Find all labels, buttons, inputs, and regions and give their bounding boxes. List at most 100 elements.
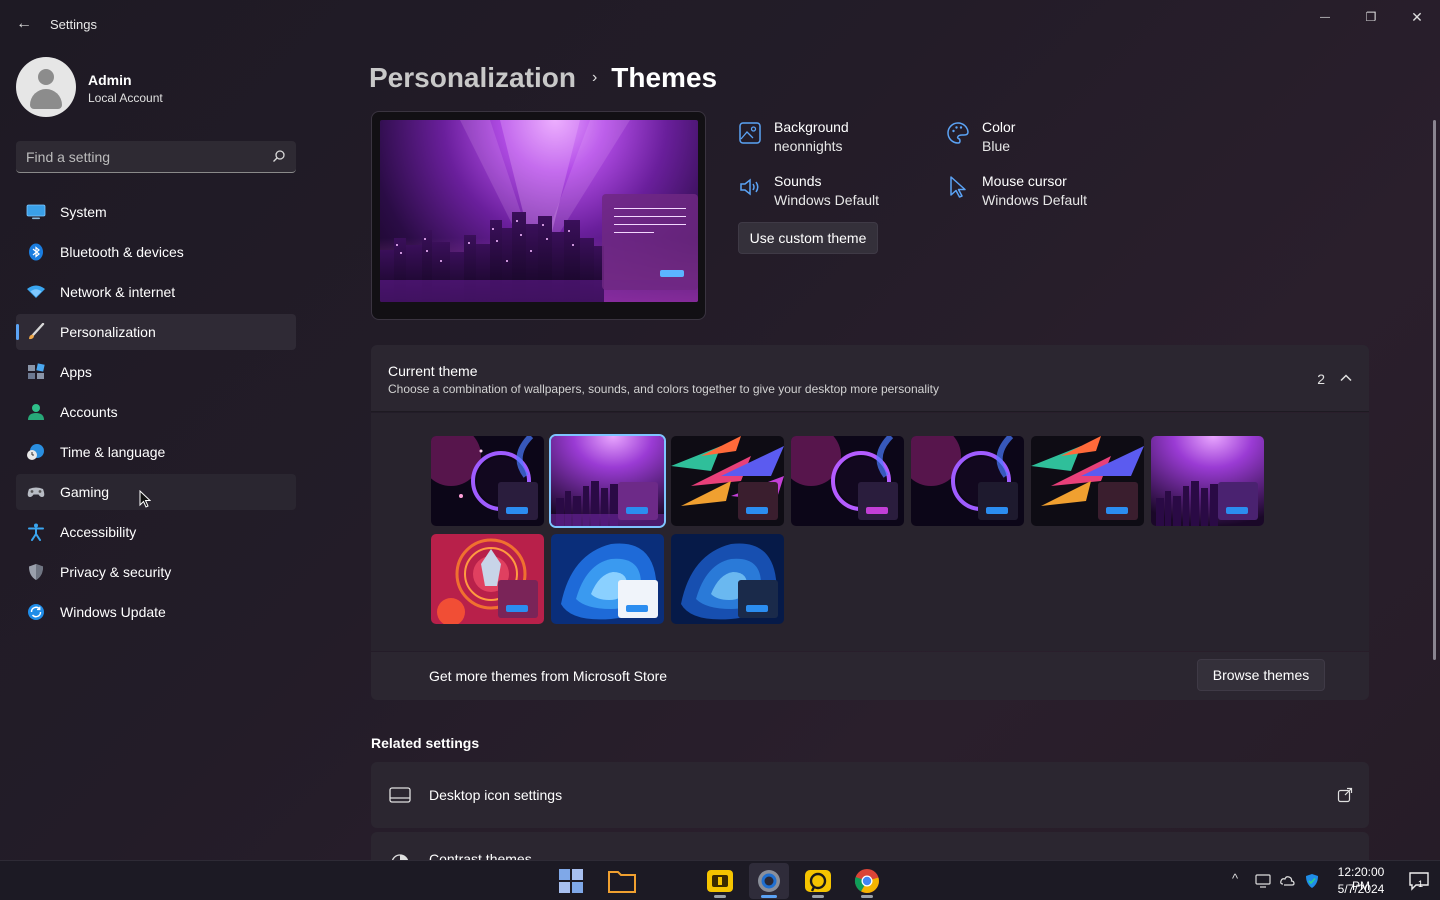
theme-thumbnail-neonnights-alt[interactable]: [1151, 436, 1264, 526]
sounds-value: Windows Default: [774, 192, 880, 208]
user-profile[interactable]: Admin Local Account: [16, 57, 296, 117]
theme-count: 2: [1317, 371, 1325, 387]
theme-accent-swatch: [746, 507, 768, 514]
palette-icon: [947, 122, 969, 144]
mouse-cursor-property[interactable]: Mouse cursor Windows Default: [946, 173, 1126, 213]
contrast-themes-row[interactable]: Contrast themes: [371, 832, 1369, 862]
sidebar-item-privacy-security[interactable]: Privacy & security: [16, 554, 296, 590]
network-display-icon[interactable]: [1255, 873, 1271, 889]
desktop-icon-settings-row[interactable]: Desktop icon settings: [371, 762, 1369, 828]
theme-thumbnail-planet-purple[interactable]: [791, 436, 904, 526]
search-icon[interactable]: [272, 149, 286, 163]
app-yellow-button[interactable]: [700, 863, 740, 899]
chevron-up-icon[interactable]: ^: [1232, 871, 1248, 887]
theme-preview: [371, 111, 706, 320]
mouse-cursor-value: Windows Default: [982, 192, 1088, 208]
chevron-up-icon[interactable]: [1339, 371, 1353, 385]
monitor-icon: [26, 204, 46, 220]
theme-thumbnail-abstract[interactable]: [671, 436, 784, 526]
scrollbar[interactable]: [1433, 120, 1436, 660]
chrome-icon: [854, 869, 879, 893]
sidebar-item-label: Network & internet: [60, 284, 176, 300]
remote-desktop-icon: [805, 870, 831, 892]
avatar: [16, 57, 76, 117]
browse-themes-button[interactable]: Browse themes: [1197, 659, 1325, 691]
theme-accent-swatch: [1106, 507, 1128, 514]
close-button[interactable]: ✕: [1394, 4, 1440, 30]
theme-thumbnail-windows-dark[interactable]: [671, 534, 784, 624]
gamepad-icon: [27, 487, 45, 497]
theme-accent-swatch: [506, 507, 528, 514]
taskbar: ^ 12:20:00 PM 5/7/2024 1: [0, 860, 1440, 900]
person-icon: [28, 404, 44, 420]
wallpaper-preview: [380, 120, 698, 302]
chrome-app-button[interactable]: [847, 863, 887, 899]
title-bar: ← Settings — ❐ ✕: [0, 0, 1440, 48]
theme-accent-swatch: [1226, 507, 1248, 514]
file-explorer-button[interactable]: [602, 863, 642, 899]
cloud-sync-icon[interactable]: [1280, 873, 1296, 889]
maximize-button[interactable]: ❐: [1348, 4, 1394, 30]
desktop-icon-settings-label: Desktop icon settings: [429, 787, 563, 803]
sidebar-item-apps[interactable]: Apps: [16, 354, 296, 390]
sidebar-item-label: Accounts: [60, 404, 118, 420]
sidebar-item-windows-update[interactable]: Windows Update: [16, 594, 296, 630]
back-button[interactable]: ←: [12, 12, 36, 36]
theme-gallery: [371, 413, 1369, 651]
sidebar-item-gaming[interactable]: Gaming: [16, 474, 296, 510]
theme-thumbnail-windows-light[interactable]: [551, 534, 664, 624]
start-button[interactable]: [551, 863, 591, 899]
sidebar-item-personalization[interactable]: Personalization: [16, 314, 296, 350]
sidebar-item-label: Accessibility: [60, 524, 137, 540]
color-property[interactable]: Color Blue: [946, 119, 1126, 159]
theme-accent-swatch: [986, 507, 1008, 514]
search-box[interactable]: [16, 141, 296, 173]
theme-thumbnail-dragon[interactable]: [431, 534, 544, 624]
current-theme-header[interactable]: Current theme Choose a combination of wa…: [371, 345, 1369, 412]
theme-thumbnail-planet-blue[interactable]: [911, 436, 1024, 526]
settings-app-button[interactable]: [749, 863, 789, 899]
close-icon: ✕: [1411, 8, 1423, 25]
theme-thumbnail-abstract-dark[interactable]: [1031, 436, 1144, 526]
sidebar-item-label: System: [60, 204, 107, 220]
search-input[interactable]: [26, 141, 266, 172]
color-title: Color: [982, 119, 1016, 135]
bluetooth-icon: [29, 243, 43, 261]
back-arrow-icon: ←: [16, 15, 32, 32]
breadcrumb-parent[interactable]: Personalization: [369, 62, 576, 94]
sounds-property[interactable]: Sounds Windows Default: [738, 173, 918, 213]
background-property[interactable]: Background neonnights: [738, 119, 918, 159]
sidebar-item-time-language[interactable]: Time & language: [16, 434, 296, 470]
clock-date[interactable]: 5/7/2024: [1328, 882, 1394, 896]
current-theme-title: Current theme: [388, 363, 478, 379]
microsoft-store-row: Get more themes from Microsoft Store Bro…: [371, 652, 1369, 700]
sidebar-item-accessibility[interactable]: Accessibility: [16, 514, 296, 550]
sidebar-item-system[interactable]: System: [16, 194, 296, 230]
security-shield-icon[interactable]: [1304, 873, 1320, 889]
sidebar-item-network[interactable]: Network & internet: [16, 274, 296, 310]
app-title: Settings: [50, 17, 97, 32]
wifi-icon: [27, 285, 45, 298]
use-custom-theme-button[interactable]: Use custom theme: [738, 222, 878, 254]
folder-icon: [608, 871, 636, 893]
theme-thumbnail-planet[interactable]: [431, 436, 544, 526]
picture-icon: [739, 122, 761, 144]
theme-accent-swatch: [626, 507, 648, 514]
sidebar-item-label: Windows Update: [60, 604, 166, 620]
apps-icon: [28, 363, 45, 379]
preview-accent-button: [660, 270, 684, 277]
brush-icon: [29, 323, 45, 340]
minimize-button[interactable]: —: [1302, 4, 1348, 30]
color-value: Blue: [982, 138, 1011, 154]
sounds-title: Sounds: [774, 173, 822, 189]
yellow-app-icon: [707, 870, 733, 892]
mouse-pointer-icon: [139, 490, 151, 508]
sidebar-item-label: Bluetooth & devices: [60, 244, 184, 260]
current-theme-description: Choose a combination of wallpapers, soun…: [388, 382, 939, 396]
rustdesk-app-button[interactable]: [798, 863, 838, 899]
theme-thumbnail-neonnights[interactable]: [549, 434, 666, 528]
sidebar-item-bluetooth[interactable]: Bluetooth & devices: [16, 234, 296, 270]
notification-count: 1: [1418, 879, 1424, 889]
sidebar-item-accounts[interactable]: Accounts: [16, 394, 296, 430]
gear-icon: [758, 870, 780, 892]
